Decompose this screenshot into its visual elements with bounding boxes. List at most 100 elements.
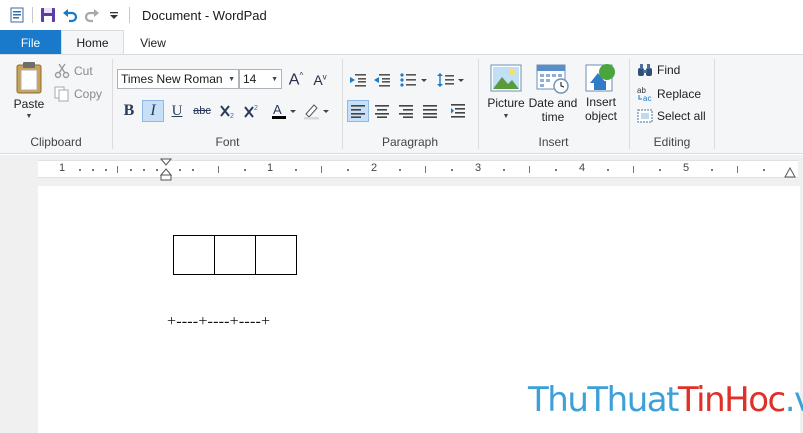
wordpad-app-icon[interactable] <box>6 4 28 26</box>
table-cell[interactable] <box>174 236 215 274</box>
qat-separator <box>32 7 33 23</box>
increase-indent-icon <box>374 74 390 87</box>
ruler-dot <box>79 169 81 171</box>
ruler[interactable]: 1 1 2 3 4 5 <box>38 158 798 181</box>
replace-button[interactable]: ab ac Replace <box>637 86 701 102</box>
shrink-font-icon: Av <box>313 72 327 88</box>
cut-button[interactable]: Cut <box>54 63 93 79</box>
date-and-time-button[interactable]: Date and time <box>528 63 578 124</box>
ribbon-tabs: File Home View <box>0 30 803 55</box>
chevron-down-icon: ▼ <box>228 76 235 83</box>
ruler-dot <box>347 169 349 171</box>
document-margin <box>0 186 38 433</box>
align-right-button[interactable] <box>395 100 417 122</box>
redo-icon[interactable] <box>81 4 103 26</box>
align-left-button[interactable] <box>347 100 369 122</box>
highlight-color-button[interactable] <box>301 100 333 122</box>
paragraph-icon <box>451 104 465 118</box>
line-spacing-icon <box>437 73 464 87</box>
document-text-line[interactable]: +----+----+----+ <box>167 313 270 331</box>
ruler-dot <box>130 169 132 171</box>
increase-indent-button[interactable] <box>371 69 393 91</box>
decrease-indent-button[interactable] <box>347 69 369 91</box>
binoculars-icon <box>638 64 652 76</box>
table-cell[interactable] <box>215 236 256 274</box>
ruler-dot <box>179 169 181 171</box>
picture-button[interactable]: Picture ▼ <box>484 63 528 120</box>
paste-button[interactable]: Paste ▼ <box>10 61 48 120</box>
underline-button[interactable]: U <box>166 100 188 122</box>
grow-font-button[interactable]: A^ <box>285 69 307 91</box>
copy-label: Copy <box>74 87 103 101</box>
align-left-icon <box>351 104 365 118</box>
calendar-clock-icon <box>536 64 569 94</box>
date-and-time-label-line1: Date and <box>528 96 578 110</box>
tab-view[interactable]: View <box>124 30 182 55</box>
clipboard-group-label: Clipboard <box>30 135 82 149</box>
text-color-button[interactable]: A <box>269 100 299 122</box>
indent-marker-icon[interactable] <box>160 158 172 182</box>
subscript-button[interactable]: 2 <box>217 100 239 122</box>
picture-dropdown-icon[interactable]: ▼ <box>503 113 510 120</box>
ruler-dot <box>451 169 453 171</box>
ruler-dot <box>192 169 194 171</box>
insert-object-label-line2: object <box>584 109 618 123</box>
superscript-button[interactable]: 2 <box>241 100 263 122</box>
paragraph-settings-button[interactable] <box>447 100 469 122</box>
insert-object-button[interactable]: Insert object <box>579 61 623 123</box>
undo-icon[interactable] <box>59 4 81 26</box>
align-center-icon <box>375 104 389 118</box>
paste-dropdown-icon[interactable]: ▼ <box>26 113 33 120</box>
font-group-label: Font <box>215 135 240 149</box>
watermark-part: Tin <box>677 380 726 420</box>
align-center-button[interactable] <box>371 100 393 122</box>
clipboard-group: Paste ▼ Cut Copy Clipboard <box>0 55 112 153</box>
save-icon[interactable] <box>37 4 59 26</box>
select-all-button[interactable]: Select all <box>637 109 706 123</box>
ruler-tick <box>117 166 118 173</box>
strikethrough-button[interactable]: abc <box>191 100 213 122</box>
line-spacing-button[interactable] <box>435 69 467 91</box>
ruler-number: 4 <box>579 162 586 174</box>
cut-icon <box>54 63 70 79</box>
svg-text:ac: ac <box>643 94 651 102</box>
chevron-down-icon: ▼ <box>271 76 278 83</box>
replace-label: Replace <box>657 87 702 101</box>
svg-text:A: A <box>273 102 282 117</box>
ruler-dot <box>92 169 94 171</box>
svg-text:2: 2 <box>254 105 258 112</box>
ruler-dot <box>399 169 401 171</box>
replace-icon: abac <box>637 86 651 102</box>
paste-label: Paste <box>13 97 45 111</box>
ruler-dot <box>244 169 246 171</box>
ruler-tick <box>425 166 426 173</box>
ruler-number: 1 <box>267 162 274 174</box>
justify-button[interactable] <box>419 100 441 122</box>
tab-file[interactable]: File <box>0 30 61 55</box>
subscript-icon: 2 <box>220 105 234 119</box>
insert-group: Picture ▼ Date and time Insert object In… <box>479 55 628 153</box>
highlighter-icon <box>304 104 329 120</box>
ruler-number: 2 <box>371 162 378 174</box>
table-cell[interactable] <box>256 236 296 274</box>
qat-separator <box>129 7 130 23</box>
justify-icon <box>423 104 437 118</box>
superscript-icon: 2 <box>244 105 258 118</box>
paste-icon <box>16 62 42 94</box>
font-family-select[interactable]: Times New Roman ▼ <box>117 69 239 89</box>
date-and-time-label-line2: time <box>541 110 565 124</box>
bold-button[interactable]: B <box>118 100 140 122</box>
ruler-dot <box>711 169 713 171</box>
bullet-list-button[interactable] <box>398 69 430 91</box>
right-indent-marker-icon[interactable] <box>784 167 796 179</box>
find-button[interactable]: Find <box>637 63 680 77</box>
document-table[interactable] <box>173 235 297 275</box>
font-size-select[interactable]: 14 ▼ <box>239 69 282 89</box>
ruler-number: 3 <box>475 162 482 174</box>
tab-home[interactable]: Home <box>61 30 124 55</box>
customize-qat-icon[interactable] <box>103 4 125 26</box>
copy-button[interactable]: Copy <box>54 86 102 102</box>
ruler-number: 5 <box>683 162 690 174</box>
italic-button[interactable]: I <box>142 100 164 122</box>
shrink-font-button[interactable]: Av <box>309 69 331 91</box>
